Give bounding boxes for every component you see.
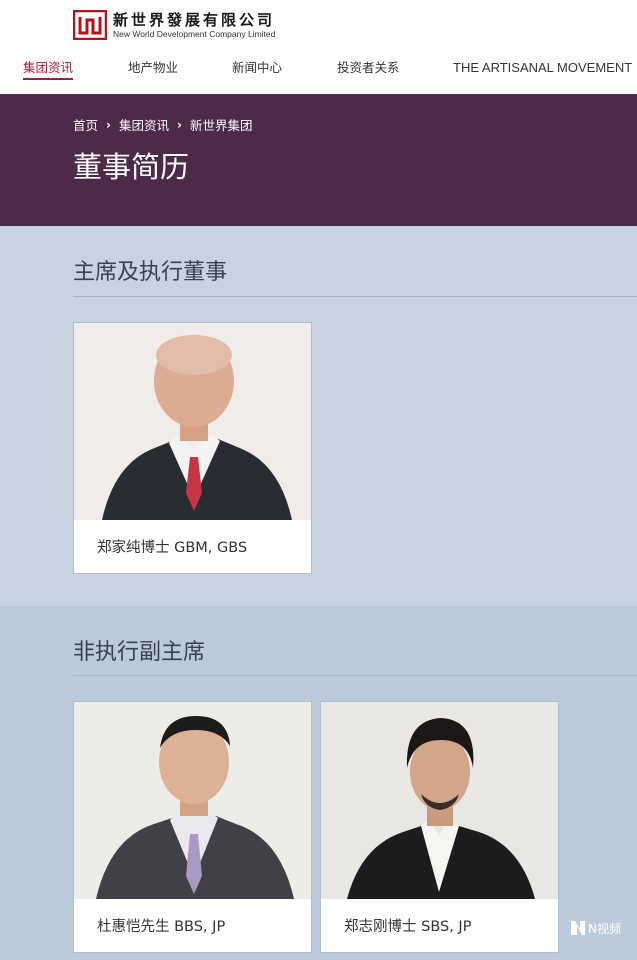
logo-name-cn: 新世界發展有限公司	[113, 10, 276, 29]
breadcrumb-nwd-group[interactable]: 新世界集团	[190, 115, 253, 134]
video-logo-icon	[571, 921, 585, 935]
watermark: N视频	[568, 918, 621, 938]
section-title: 非执行副主席	[73, 640, 206, 665]
page-banner: 首页 › 集团资讯 › 新世界集团 董事简历	[0, 94, 637, 226]
director-name: 郑志刚博士 SBS, JP	[344, 919, 472, 935]
nav-item-investor-relations[interactable]: 投资者关系	[337, 58, 400, 78]
nwd-logo-icon	[73, 10, 107, 40]
section-chairman-executive: 主席及执行董事 郑家纯博士 GBM, GBS	[0, 226, 637, 606]
director-card[interactable]: 杜惠恺先生 BBS, JP	[73, 701, 312, 953]
section-title: 主席及执行董事	[73, 260, 228, 285]
nav-item-news[interactable]: 新闻中心	[232, 58, 282, 78]
breadcrumb-home[interactable]: 首页	[73, 115, 98, 134]
main-nav: 集团资讯 地产物业 新闻中心 投资者关系 THE ARTISANAL MOVEM…	[0, 58, 637, 80]
chevron-right-icon: ›	[106, 117, 111, 132]
page-title: 董事简历	[73, 150, 190, 184]
director-name: 杜惠恺先生 BBS, JP	[97, 919, 226, 935]
director-photo	[321, 702, 558, 899]
section-divider	[73, 675, 637, 676]
director-card[interactable]: 郑志刚博士 SBS, JP	[320, 701, 559, 953]
section-divider	[73, 296, 637, 297]
nav-item-group-info[interactable]: 集团资讯	[23, 58, 74, 80]
director-card[interactable]: 郑家纯博士 GBM, GBS	[73, 322, 312, 574]
breadcrumb-group-info[interactable]: 集团资讯	[119, 115, 169, 134]
breadcrumb: 首页 › 集团资讯 › 新世界集团	[73, 115, 252, 134]
nav-item-artisanal-movement[interactable]: THE ARTISANAL MOVEMENT	[453, 58, 632, 78]
director-name: 郑家纯博士 GBM, GBS	[97, 540, 248, 556]
logo-name-en: New World Development Company Limited	[113, 28, 276, 39]
chevron-right-icon: ›	[176, 117, 182, 132]
company-logo[interactable]: 新世界發展有限公司 New World Development Company …	[73, 10, 275, 40]
watermark-text: N视频	[588, 921, 621, 936]
section-non-executive-vice-chairman: 非执行副主席 杜惠恺先生 BBS, JP 郑志刚博士 SBS, JP	[0, 606, 637, 960]
director-photo	[74, 702, 311, 899]
site-header: 新世界發展有限公司 New World Development Company …	[0, 0, 637, 94]
director-photo	[74, 323, 311, 520]
nav-item-properties[interactable]: 地产物业	[128, 58, 178, 78]
